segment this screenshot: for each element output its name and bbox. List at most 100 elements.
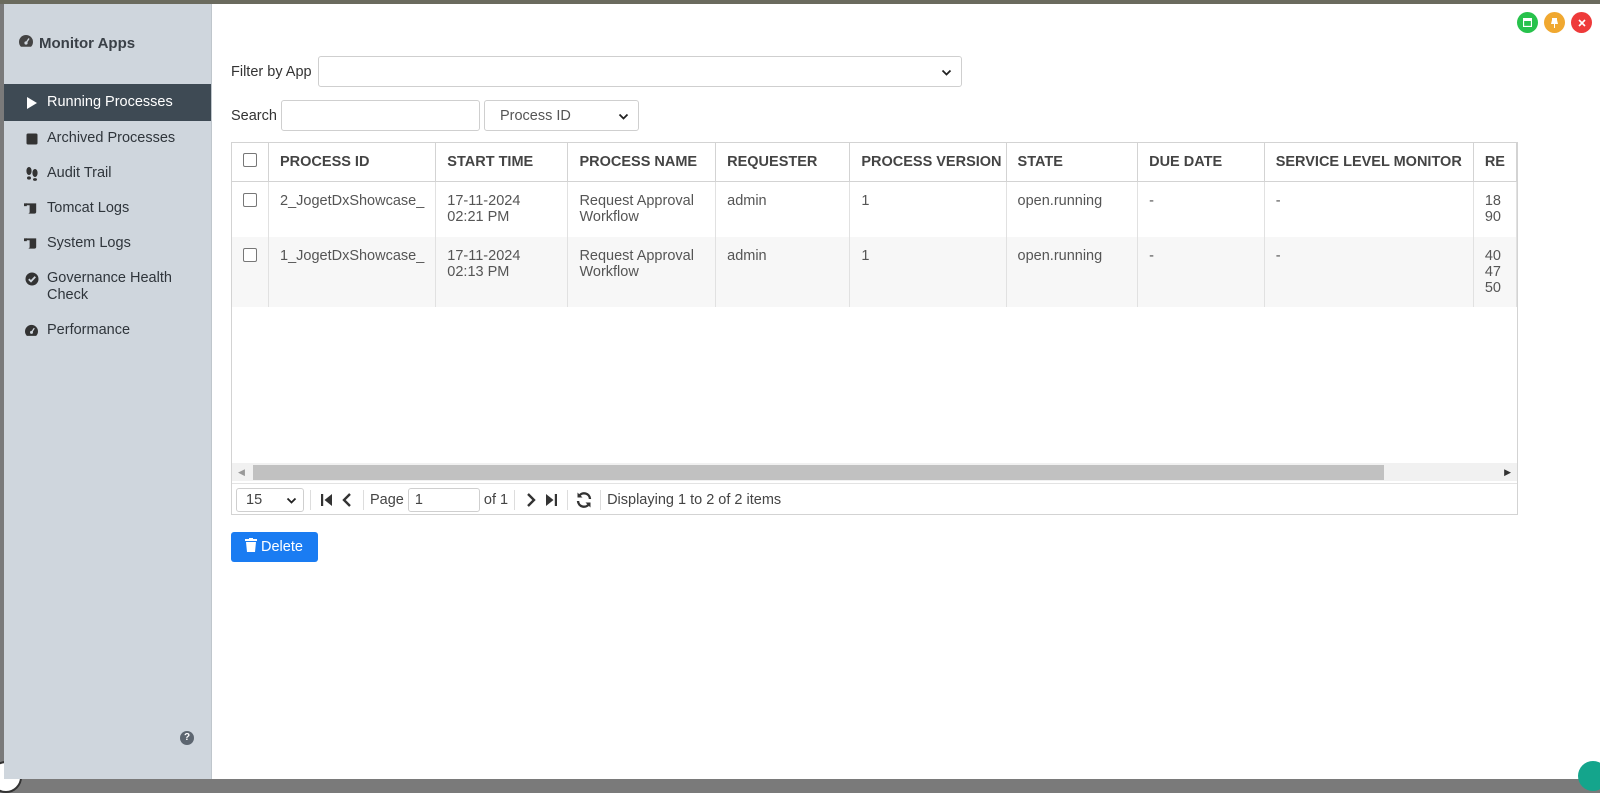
page-of-label: of 1 (483, 492, 509, 508)
sidebar-item-label: Archived Processes (47, 130, 176, 146)
sidebar: Monitor Apps Running Processes Archived … (4, 4, 212, 779)
next-page-icon[interactable] (521, 493, 541, 507)
filter-app-select[interactable] (317, 56, 962, 87)
cell-start-time: 17-11-2024 02:21 PM (435, 181, 569, 237)
cell-version: 1 (849, 181, 1007, 237)
cell-requester: admin (715, 237, 851, 307)
sidebar-item-label: Governance Health Check (47, 270, 172, 303)
cell-version: 1 (849, 237, 1007, 307)
stop-icon (24, 130, 39, 147)
cell-process-id: 1_JogetDxShowcase_ (268, 237, 437, 307)
sidebar-nav: Running Processes Archived Processes Aud… (4, 84, 211, 348)
column-header[interactable]: PROCESS NAME (567, 143, 717, 182)
search-label: Search (231, 107, 277, 124)
sidebar-item-label: Tomcat Logs (47, 200, 130, 216)
row-checkbox[interactable] (232, 181, 269, 237)
cell-process-id: 2_JogetDxShowcase_ (268, 181, 437, 237)
filter-label: Filter by App (231, 63, 312, 80)
cell-process-name: Request Approval Workflow (567, 237, 717, 307)
page-label: Page (370, 492, 404, 508)
column-header[interactable]: REQUESTER (715, 143, 851, 182)
sidebar-item-label: Running Processes (47, 94, 173, 110)
column-header[interactable]: DUE DATE (1137, 143, 1265, 182)
table-row[interactable]: 2_JogetDxShowcase_ 17-11-2024 02:21 PM R… (232, 181, 1517, 237)
prev-page-icon[interactable] (337, 493, 357, 507)
app-title: Monitor Apps (18, 34, 135, 52)
chevron-down-icon (286, 494, 297, 510)
cell-slm: - (1264, 237, 1474, 307)
sidebar-item-audit-trail[interactable]: Audit Trail (4, 156, 211, 191)
cell-state: open.running (1006, 181, 1139, 237)
process-grid: PROCESS ID START TIME PROCESS NAME REQUE… (231, 142, 1518, 515)
process-table: PROCESS ID START TIME PROCESS NAME REQUE… (232, 143, 1517, 307)
filter-row: Filter by App (231, 56, 962, 87)
cell-extra: 18 90 (1473, 181, 1517, 237)
page-size-value: 15 (246, 492, 263, 508)
delete-button[interactable]: Delete (231, 532, 318, 562)
search-input[interactable] (280, 100, 480, 131)
horizontal-scrollbar[interactable]: ◀ ▶ (232, 463, 1517, 481)
cell-state: open.running (1006, 237, 1139, 307)
check-circle-icon (24, 270, 39, 287)
chevron-down-icon (941, 66, 952, 82)
divider (567, 490, 569, 510)
table-header-row: PROCESS ID START TIME PROCESS NAME REQUE… (232, 143, 1517, 182)
column-header[interactable]: PROCESS VERSION (849, 143, 1007, 182)
sidebar-item-archived-processes[interactable]: Archived Processes (4, 121, 211, 156)
sidebar-item-running-processes[interactable]: Running Processes (4, 84, 211, 121)
sidebar-item-label: Audit Trail (47, 165, 112, 181)
column-header[interactable]: SERVICE LEVEL MONITOR (1264, 143, 1474, 182)
app-title-text: Monitor Apps (39, 34, 136, 52)
sidebar-item-label: Performance (47, 322, 131, 338)
sidebar-item-system-logs[interactable]: System Logs (4, 226, 211, 261)
divider (363, 490, 364, 510)
play-icon (24, 94, 39, 111)
row-checkbox[interactable] (232, 237, 269, 307)
gauge-icon (24, 322, 39, 339)
refresh-icon[interactable] (574, 491, 594, 509)
cell-requester: admin (715, 181, 851, 237)
scrollbar-thumb[interactable] (253, 465, 1384, 480)
cell-process-name: Request Approval Workflow (567, 181, 717, 237)
chat-bubble-icon[interactable] (1578, 761, 1600, 791)
page-number-input[interactable]: 1 (407, 488, 480, 512)
scroll-right-icon[interactable]: ▶ (1504, 467, 1511, 478)
sidebar-item-label: System Logs (47, 235, 131, 251)
column-header[interactable]: START TIME (435, 143, 569, 182)
last-page-icon[interactable] (541, 493, 561, 507)
trash-icon (245, 538, 257, 556)
chevron-down-icon (618, 110, 629, 126)
first-page-icon[interactable] (317, 493, 337, 507)
app-window: Monitor Apps Running Processes Archived … (0, 4, 1600, 793)
select-all-checkbox[interactable] (232, 143, 269, 182)
scroll-icon (24, 200, 39, 217)
column-header[interactable]: STATE (1006, 143, 1139, 182)
help-icon[interactable]: ? (180, 731, 194, 745)
page-number-value: 1 (414, 492, 423, 508)
main-content: Filter by App Search Process ID PROCESS … (231, 4, 1600, 779)
table-row[interactable]: 1_JogetDxShowcase_ 17-11-2024 02:13 PM R… (232, 237, 1517, 307)
cell-extra: 40 47 50 (1473, 237, 1517, 307)
pagination-bar: 15 Page 1 of 1 Displaying 1 to 2 of 2 it… (232, 483, 1517, 514)
sidebar-item-performance[interactable]: Performance (4, 313, 211, 348)
column-header[interactable]: PROCESS ID (268, 143, 437, 182)
column-header[interactable]: RE (1473, 143, 1517, 182)
search-field-value: Process ID (499, 107, 571, 124)
sidebar-item-governance-health-check[interactable]: Governance Health Check (4, 261, 211, 313)
footprints-icon (24, 165, 39, 182)
search-field-select[interactable]: Process ID (483, 100, 639, 131)
sidebar-item-tomcat-logs[interactable]: Tomcat Logs (4, 191, 211, 226)
search-row: Search Process ID (231, 100, 639, 131)
divider (600, 490, 602, 510)
divider (514, 490, 516, 510)
cell-start-time: 17-11-2024 02:13 PM (435, 237, 569, 307)
scroll-icon (24, 235, 39, 252)
dashboard-icon (18, 34, 34, 52)
cell-slm: - (1264, 181, 1474, 237)
pagination-summary: Displaying 1 to 2 of 2 items (607, 492, 782, 508)
delete-label: Delete (261, 539, 303, 555)
cell-due-date: - (1137, 237, 1265, 307)
page-size-select[interactable]: 15 (236, 488, 304, 512)
scroll-left-icon[interactable]: ◀ (238, 467, 245, 478)
cell-due-date: - (1137, 181, 1265, 237)
